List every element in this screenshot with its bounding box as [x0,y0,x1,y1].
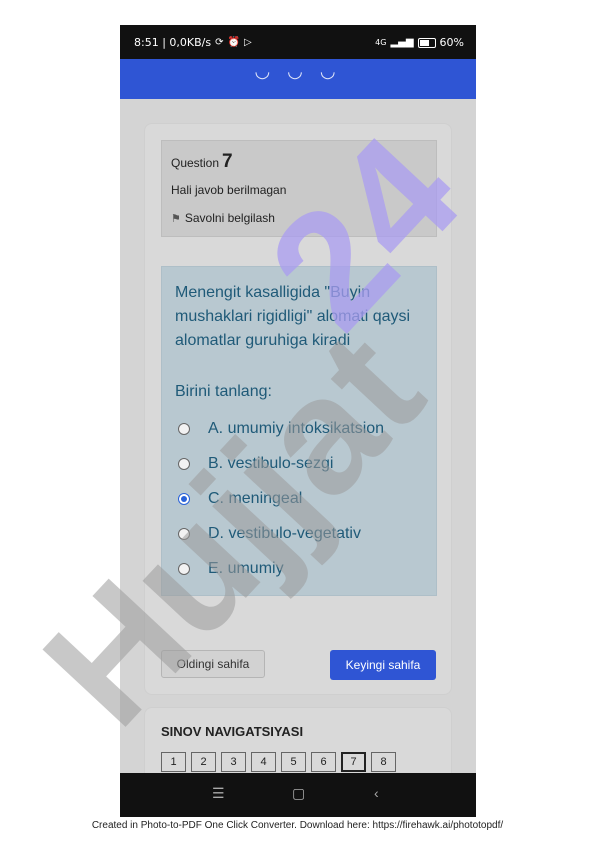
question-info: Question 7 Hali javob berilmagan ⚑ Savoln… [161,140,437,237]
quiz-page-button[interactable]: 8 [371,752,396,772]
quiz-navigation-title: SINOV NAVIGATSIYASI [161,724,304,739]
answer-option[interactable]: A. umumiy intoksikatsion [178,411,384,446]
flag-icon: ⚑ [171,212,181,225]
radio-button[interactable] [178,527,190,540]
quiz-page-button[interactable]: 2 [191,752,216,772]
flag-question-link[interactable]: ⚑ Savolni belgilash [171,211,275,225]
question-card: Question 7 Hali javob berilmagan ⚑ Savoln… [144,123,452,695]
footer-note: Created in Photo-to-PDF One Click Conver… [91,820,504,831]
signal-icon: ▂▄▆ [390,37,414,48]
radio-button[interactable] [178,422,190,435]
radio-button[interactable] [178,492,190,505]
quiz-page-button[interactable]: 6 [311,752,336,772]
quiz-page-button[interactable]: 3 [221,752,246,772]
network-type: 4G [375,38,387,47]
status-time: 8:51 | 0,0KB/s [134,36,212,49]
question-number: Question 7 [171,151,233,173]
answer-option[interactable]: D. vestibulo-vegetativ [178,516,384,551]
radio-button[interactable] [178,457,190,470]
question-number-value: 7 [222,151,233,172]
status-bar: 8:51 | 0,0KB/s ⟳ ⏰ ▷ 4G ▂▄▆ 60% [120,25,476,59]
answer-option[interactable]: C. meningeal [178,481,384,516]
quiz-page-button[interactable]: 7 [341,752,366,772]
answer-options: A. umumiy intoksikatsion B. vestibulo-sez… [178,411,384,586]
answer-option[interactable]: E. umumiy [178,551,384,586]
question-content: Menengit kasalligida "Buyin mushaklari r… [161,266,437,596]
battery-percent: 60% [439,36,464,49]
system-navigation-bar: ☰ ▢ ‹ [120,773,476,817]
app-header-title-cut: ◡ ◡ ◡ [254,61,342,81]
sync-icon: ⟳ [215,37,224,48]
menu-icon[interactable]: ☰ [212,785,225,802]
answer-option[interactable]: B. vestibulo-sezgi [178,446,384,481]
answer-option-label: A. umumiy intoksikatsion [208,419,385,437]
answer-option-label: B. vestibulo-sezgi [208,454,334,472]
question-label: Question [171,156,220,170]
next-page-button[interactable]: Keyingi sahifa [330,650,436,680]
phone-screen: 8:51 | 0,0KB/s ⟳ ⏰ ▷ 4G ▂▄▆ 60% ◡ ◡ ◡ Qu… [120,25,476,817]
flag-question-label: Savolni belgilash [184,211,275,225]
radio-button[interactable] [178,562,190,575]
previous-page-button[interactable]: Oldingi sahifa [161,650,265,678]
home-icon[interactable]: ▢ [292,785,305,802]
quiz-page-button[interactable]: 1 [161,752,186,772]
alarm-icon: ⏰ [227,37,240,48]
answer-option-label: D. vestibulo-vegetativ [208,524,361,542]
back-icon[interactable]: ‹ [374,785,379,801]
app-header: ◡ ◡ ◡ [120,59,476,99]
quiz-page-button[interactable]: 5 [281,752,306,772]
answer-option-label: C. meningeal [208,489,303,507]
quiz-page-button[interactable]: 4 [251,752,276,772]
question-text: Menengit kasalligida "Buyin mushaklari r… [175,284,411,349]
quiz-navigation-pages: 12345678 [161,752,396,772]
question-state: Hali javob berilmagan [171,183,287,197]
play-icon: ▷ [243,37,252,48]
battery-icon [417,37,436,48]
answer-option-label: E. umumiy [208,559,284,577]
choose-one-label: Birini tanlang: [175,383,272,400]
